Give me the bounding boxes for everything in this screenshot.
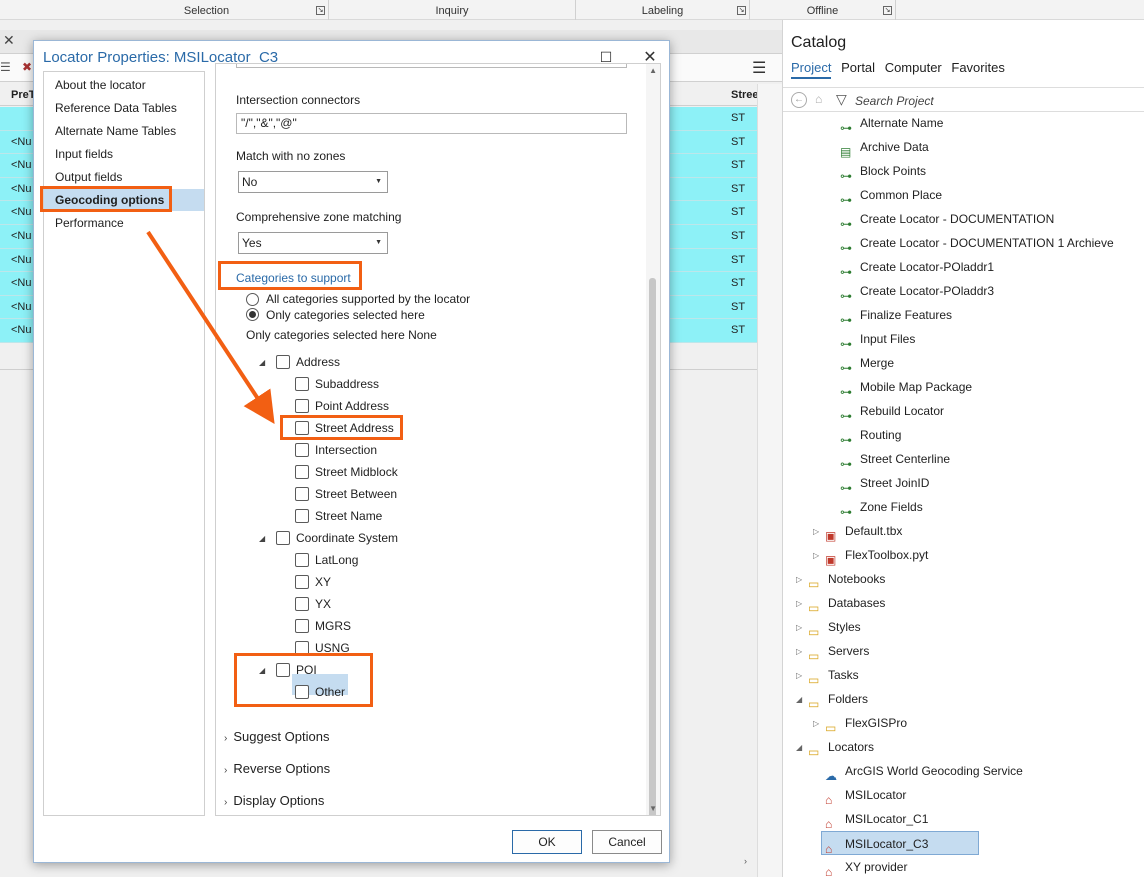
annotation-arrow — [146, 230, 275, 425]
arrow-line — [146, 230, 275, 425]
